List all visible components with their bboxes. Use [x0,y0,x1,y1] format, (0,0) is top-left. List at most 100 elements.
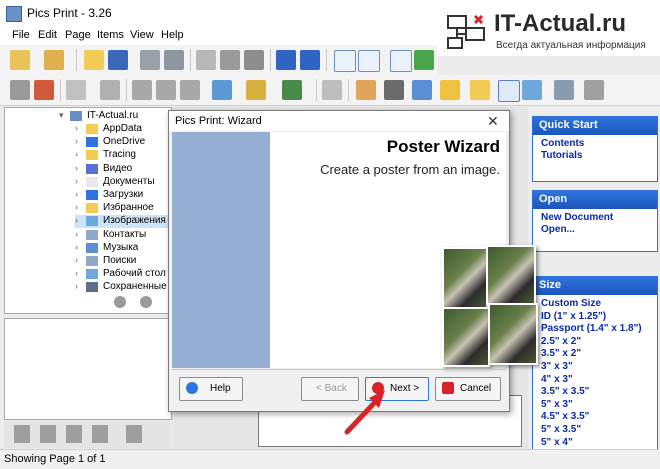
print-preview-icon[interactable] [140,50,160,70]
close-icon[interactable]: ✕ [487,113,499,130]
undo-icon[interactable] [276,50,296,70]
expand-icon[interactable]: › [75,149,78,159]
tree-item[interactable]: › Документы [75,176,171,189]
menu-view[interactable]: View [130,29,154,41]
menu-file[interactable]: File [12,29,30,41]
tree-item[interactable]: › Сохраненные и [75,281,171,294]
expand-icon[interactable]: › [75,176,78,186]
size-option-link[interactable]: Passport (1.4" x 1.8") [541,323,642,334]
expand-icon[interactable]: › [75,281,78,291]
menu-items[interactable]: Items [97,29,124,41]
tree-item[interactable]: › Рабочий стол [75,268,171,281]
logo-network-icon [447,14,485,49]
insert-image-icon[interactable] [282,80,302,100]
move-icon[interactable] [100,80,120,100]
size-option-link[interactable]: ID (1" x 1.25") [541,311,606,322]
expand-icon[interactable]: › [75,255,78,265]
toolbar-separator [76,49,77,71]
tree-item[interactable]: › Видео [75,163,171,176]
size-option-link[interactable]: 3.5" x 2" [541,348,581,359]
size-option-link[interactable]: 5" x 4" [541,437,573,448]
size-option-link[interactable]: 4.5" x 3.5" [541,411,589,422]
tree-item-label: Видео [103,162,133,174]
save-icon[interactable] [108,50,128,70]
expand-icon[interactable]: › [75,215,78,225]
thumbnail-page-icon[interactable] [92,425,108,443]
size-option-link[interactable]: 5" x 3.5" [541,424,581,435]
tree-item[interactable]: › Поиски [75,255,171,268]
rotate-right-icon[interactable] [180,80,200,100]
link-new-document[interactable]: New Document [541,212,613,223]
tree-item[interactable]: › OneDrive [75,136,171,149]
expand-icon[interactable]: › [75,229,78,239]
expand-icon[interactable]: › [75,268,78,278]
text-box-icon[interactable] [498,80,520,102]
help-button[interactable]: Help [179,377,243,401]
rotate-left-icon[interactable] [132,80,152,100]
expand-icon[interactable]: › [75,202,78,212]
page-next-icon[interactable] [414,50,434,70]
insert-text-icon[interactable] [212,80,232,100]
expand-icon[interactable]: › [75,123,78,133]
picture-icon[interactable] [522,80,542,100]
link-contents[interactable]: Contents [541,138,584,149]
pencil-icon[interactable] [34,80,54,100]
size-option-link[interactable]: 4" x 3" [541,374,573,385]
expand-icon[interactable]: › [75,189,78,199]
rotate-icon[interactable] [156,80,176,100]
magic-wand-icon[interactable] [44,50,64,70]
menu-edit[interactable]: Edit [38,29,57,41]
tree-item-label: Загрузки [103,189,144,200]
tree-item[interactable]: › Загрузки [75,189,171,202]
copy-icon[interactable] [220,50,240,70]
expand-icon[interactable]: › [75,163,78,173]
thumbnail-page-icon[interactable] [66,425,82,443]
edit-folder-icon[interactable] [470,80,490,100]
menu-help[interactable]: Help [161,29,184,41]
thumbnail-page-icon[interactable] [40,425,56,443]
expand-icon[interactable]: › [75,242,78,252]
settings-page-icon[interactable] [584,80,604,100]
grid-icon[interactable] [66,80,86,100]
page-icon[interactable] [334,50,356,72]
document-icon[interactable] [384,80,404,100]
link-tutorials[interactable]: Tutorials [541,150,582,161]
clipboard-icon[interactable] [10,80,30,100]
delete-icon[interactable] [322,80,342,100]
wizard-content: Poster Wizard Create a poster from an im… [270,132,538,368]
size-option-link[interactable]: 5" x 3" [541,399,573,410]
thumbnail-page-icon[interactable] [126,425,142,443]
nav-back-icon[interactable] [114,296,126,308]
scanner-icon[interactable] [554,80,574,100]
frame-icon[interactable] [246,80,266,100]
size-option-link[interactable]: 3" x 3" [541,361,573,372]
tree-item[interactable]: › AppData [75,123,171,136]
paste-icon[interactable] [244,50,264,70]
size-option-link[interactable]: 3.5" x 3.5" [541,386,589,397]
hand-icon[interactable] [356,80,376,100]
open-folder-icon[interactable] [84,50,104,70]
menu-page[interactable]: Page [65,29,91,41]
note-icon[interactable] [440,80,460,100]
redo-icon[interactable] [300,50,320,70]
tree-item[interactable]: › Избранное [75,202,171,215]
calendar-icon[interactable] [412,80,432,100]
size-option-link[interactable]: Custom Size [541,298,601,309]
tree-item[interactable]: › Tracing [75,149,171,162]
expand-icon[interactable]: › [75,136,78,146]
cut-icon[interactable] [196,50,216,70]
tree-item[interactable]: › Контакты [75,229,171,242]
tree-item[interactable]: › Музыка [75,242,171,255]
link-open[interactable]: Open... [541,224,575,235]
new-wizard-icon[interactable] [10,50,30,70]
collapse-icon[interactable]: ▾ [59,110,64,121]
tree-root[interactable]: ▾ IT-Actual.ru [59,110,169,123]
thumbnail-page-icon[interactable] [14,425,30,443]
tree-item[interactable]: › Изображения [75,215,171,229]
page-first-icon[interactable] [390,50,412,72]
size-option-link[interactable]: 2.5" x 2" [541,336,581,347]
nav-forward-icon[interactable] [140,296,152,308]
cancel-button[interactable]: Cancel [435,377,501,401]
page-add-icon[interactable] [358,50,380,72]
print-icon[interactable] [164,50,184,70]
